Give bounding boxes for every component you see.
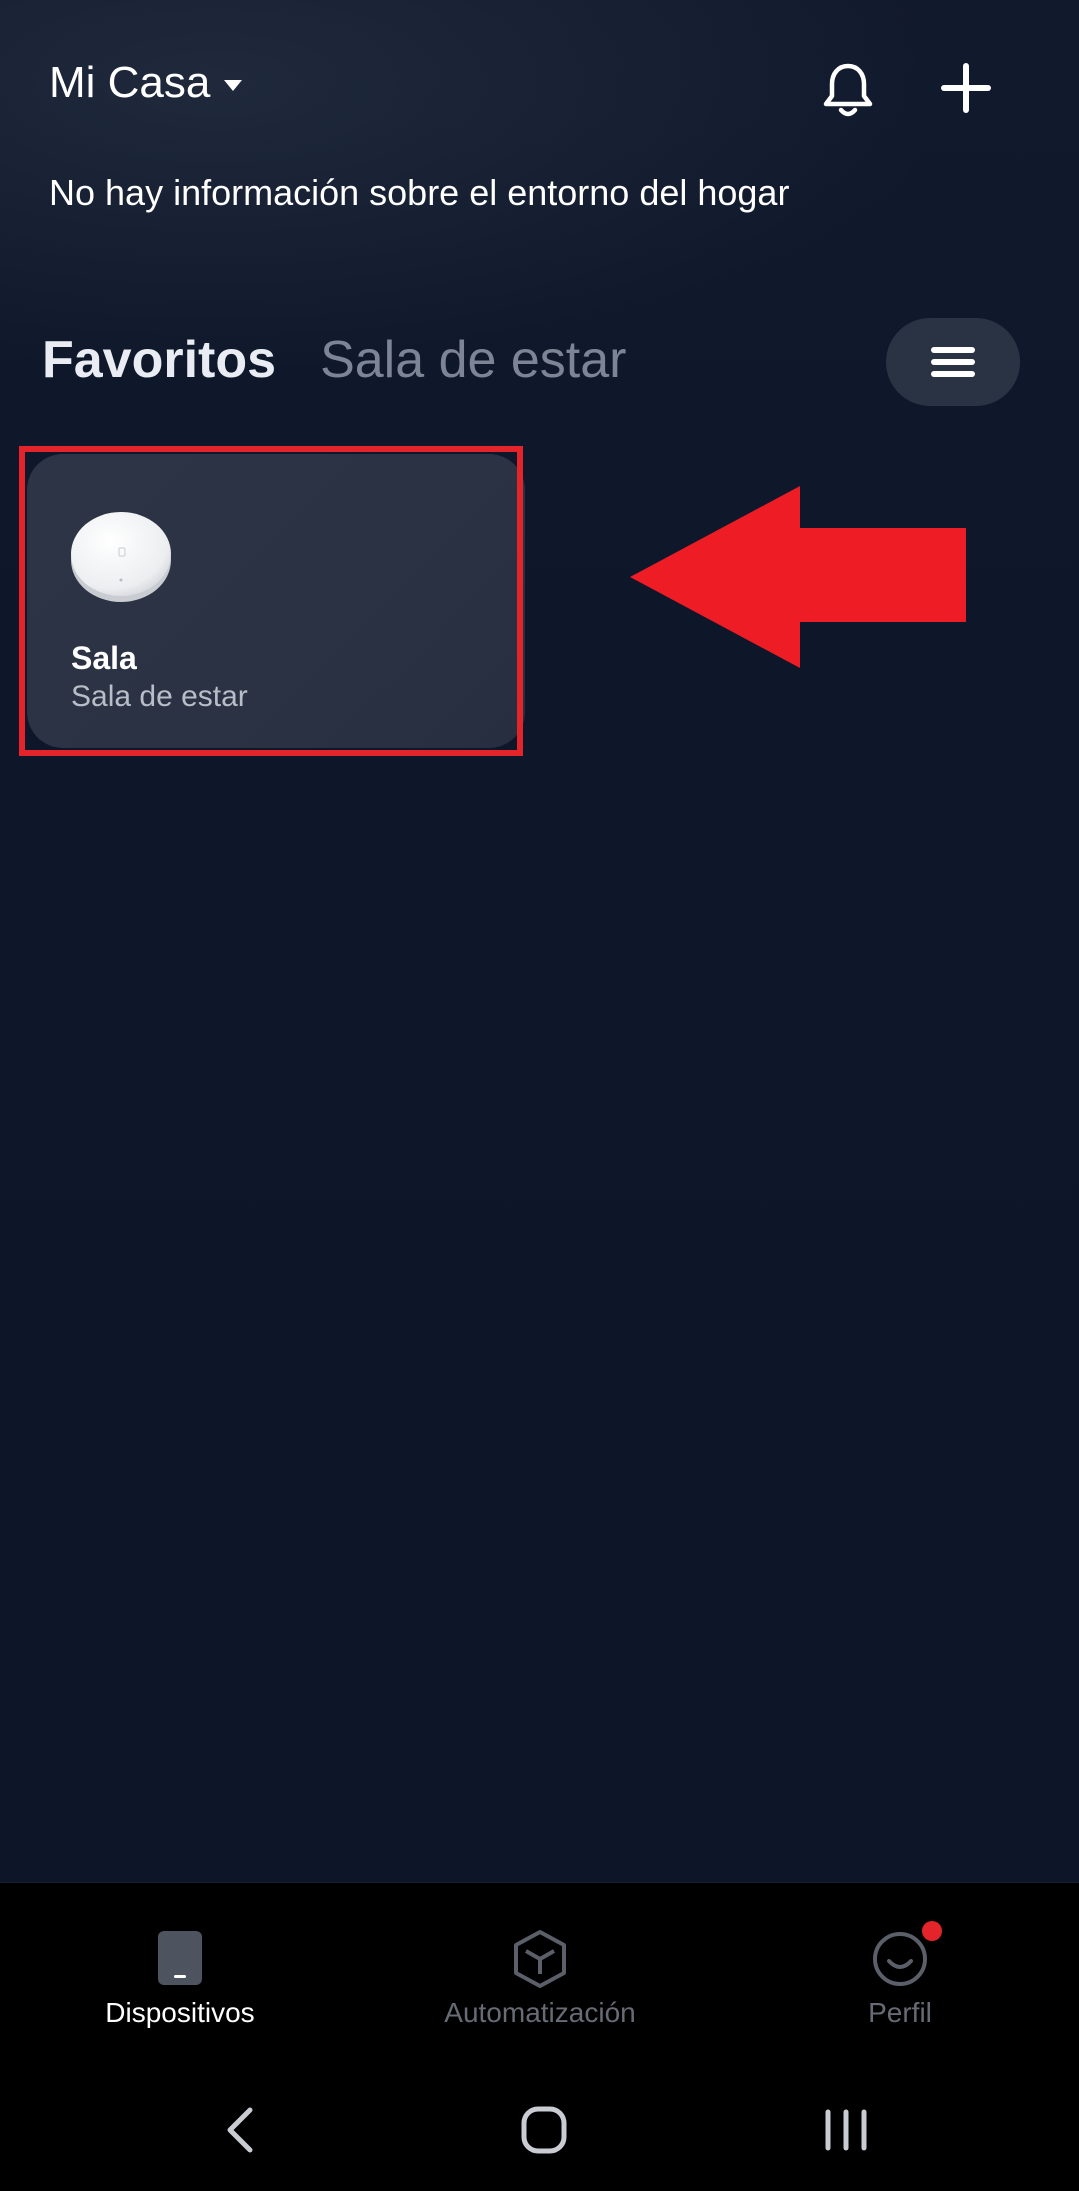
nav-label-perfil: Perfil xyxy=(868,1997,932,2028)
nav-dispositivos[interactable]: Dispositivos xyxy=(30,1929,330,2029)
smile-icon xyxy=(873,1932,927,1986)
home-name: Mi Casa xyxy=(49,58,211,107)
nav-label-dispositivos: Dispositivos xyxy=(105,1997,255,2028)
chevron-down-icon xyxy=(224,79,243,91)
highlight-annotation-box xyxy=(19,446,523,756)
nav-label-automatizacion: Automatización xyxy=(444,1997,636,2028)
environment-info-text: No hay información sobre el entorno del … xyxy=(49,172,790,213)
hamburger-menu-icon xyxy=(931,341,975,383)
app-screen: Mi Casa No hay información sobre el ento… xyxy=(0,0,1079,2191)
plus-icon[interactable] xyxy=(940,62,992,114)
device-icon xyxy=(158,1931,202,1985)
room-menu-button[interactable] xyxy=(886,318,1020,406)
home-icon[interactable] xyxy=(514,2102,574,2158)
tab-favoritos[interactable]: Favoritos xyxy=(42,330,276,390)
cube-icon xyxy=(514,1930,566,1988)
tab-sala-de-estar[interactable]: Sala de estar xyxy=(320,330,626,390)
nav-automatizacion[interactable]: Automatización xyxy=(390,1929,690,2029)
back-icon[interactable] xyxy=(212,2102,272,2158)
bell-icon[interactable] xyxy=(820,60,876,120)
bottom-navigation: Dispositivos Automatización Perfil xyxy=(0,1882,1079,2063)
red-arrow-annotation-icon xyxy=(630,486,966,668)
system-navigation-bar xyxy=(0,2062,1079,2191)
home-selector[interactable]: Mi Casa xyxy=(49,58,243,108)
nav-perfil[interactable]: Perfil xyxy=(750,1921,1050,2029)
room-tabs: Favoritos Sala de estar xyxy=(42,330,670,390)
recents-icon[interactable] xyxy=(816,2102,876,2158)
notification-badge xyxy=(922,1921,942,1941)
